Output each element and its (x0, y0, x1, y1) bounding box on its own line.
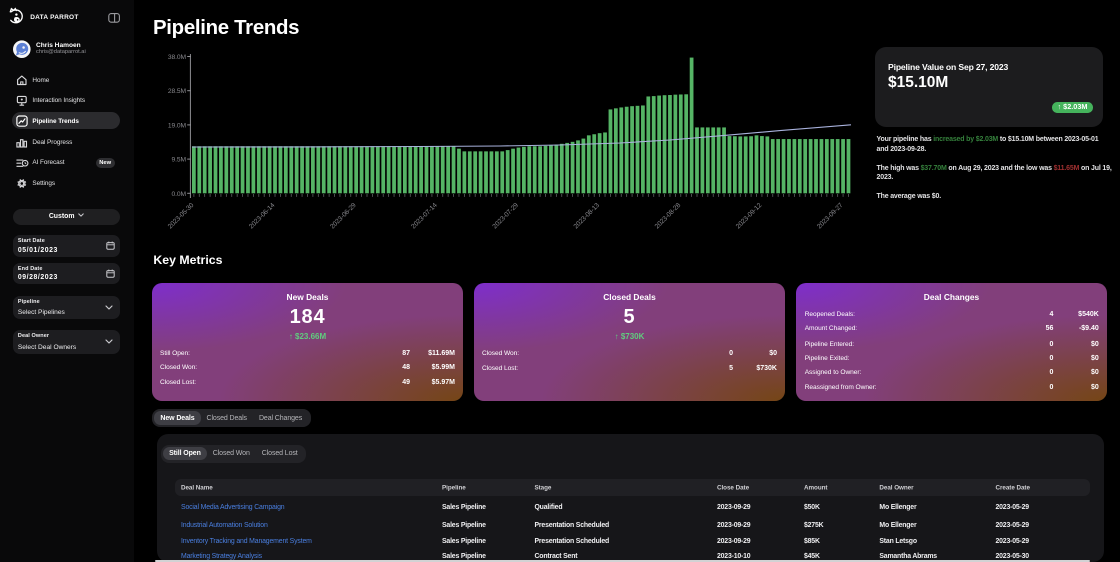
svg-text:0.0M: 0.0M (172, 191, 187, 198)
svg-text:2023-08-13: 2023-08-13 (573, 202, 602, 231)
svg-text:9.5M: 9.5M (172, 157, 187, 164)
svg-text:2023-09-27: 2023-09-27 (816, 202, 845, 231)
svg-text:2023-06-29: 2023-06-29 (329, 202, 358, 231)
svg-text:2023-05-30: 2023-05-30 (167, 202, 196, 231)
svg-text:2023-09-12: 2023-09-12 (735, 202, 764, 231)
svg-text:2023-08-28: 2023-08-28 (654, 202, 683, 231)
svg-text:19.0M: 19.0M (168, 122, 187, 129)
svg-text:28.5M: 28.5M (168, 88, 187, 95)
svg-text:2023-07-29: 2023-07-29 (491, 202, 520, 231)
svg-text:38.0M: 38.0M (168, 54, 187, 61)
svg-text:2023-06-14: 2023-06-14 (248, 202, 277, 231)
svg-text:2023-07-14: 2023-07-14 (410, 202, 439, 231)
